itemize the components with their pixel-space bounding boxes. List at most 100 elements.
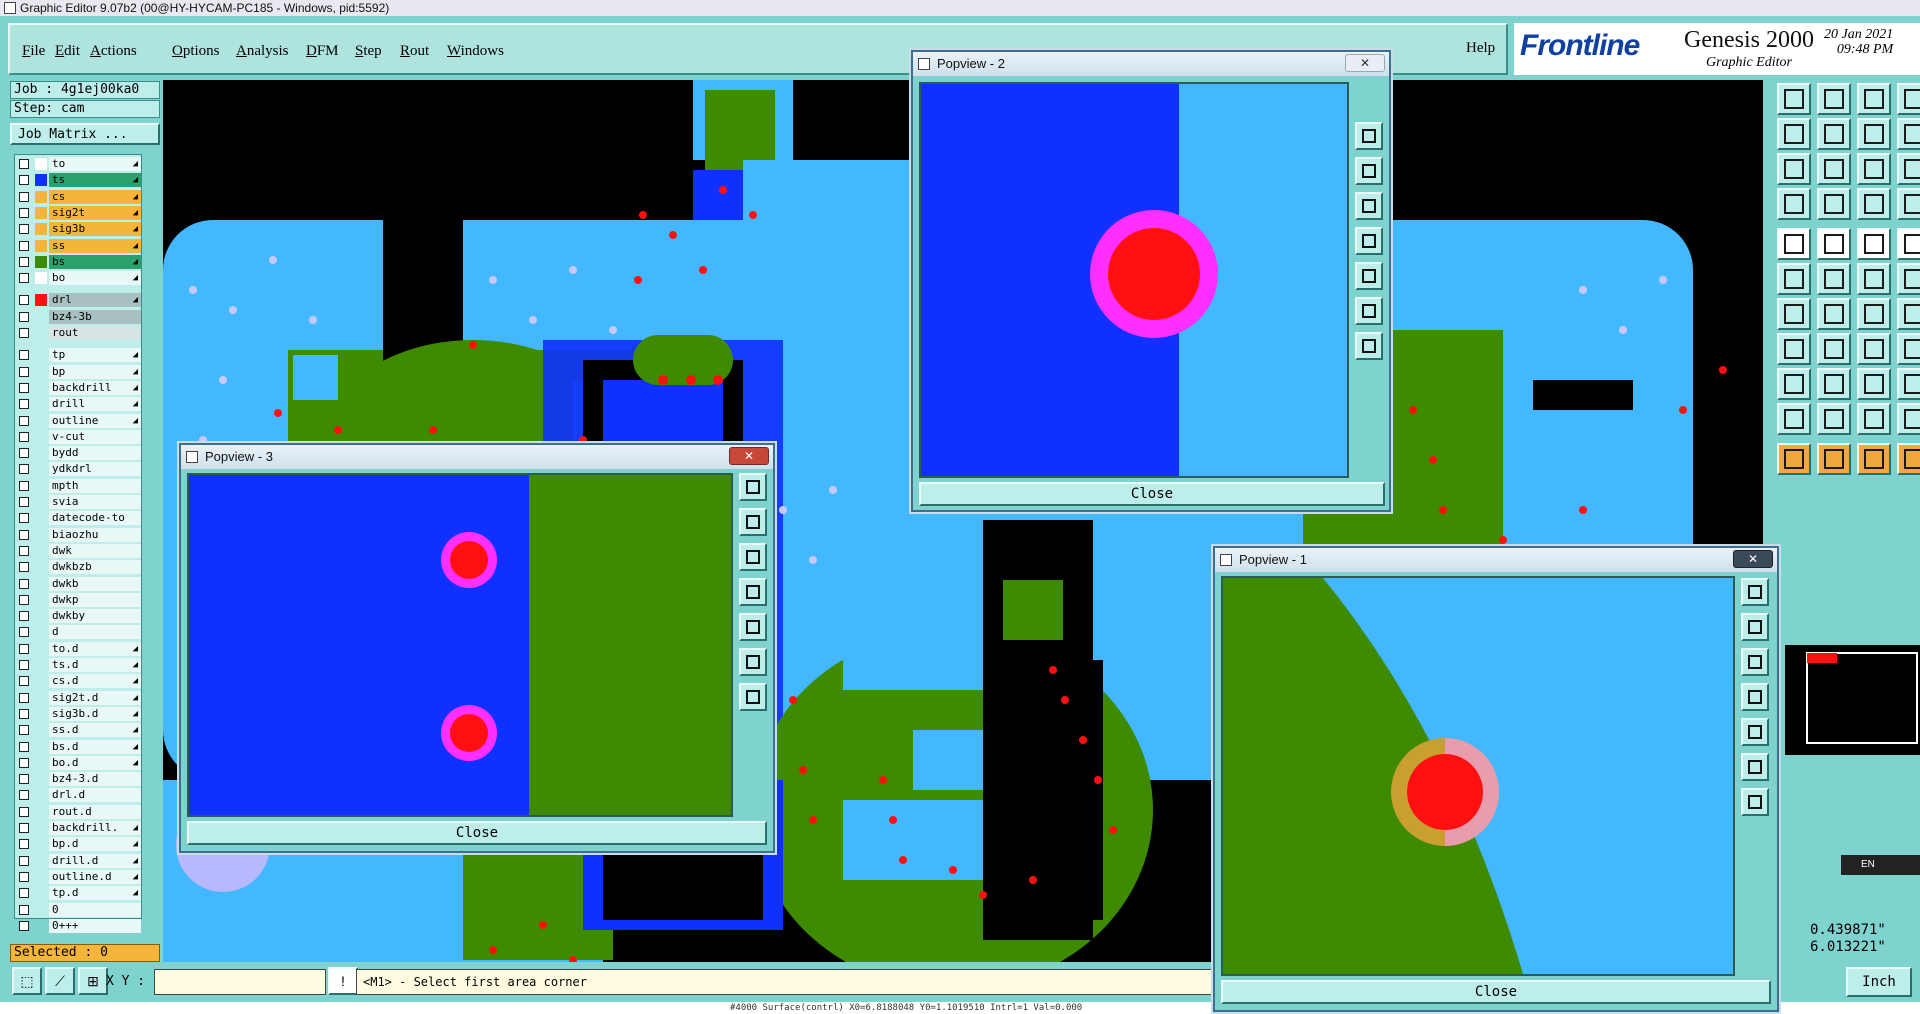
toolbar-button[interactable]	[1897, 443, 1920, 475]
layer-checkbox[interactable]	[19, 382, 29, 393]
toolbar-button[interactable]	[1777, 83, 1811, 115]
toolbar-button[interactable]	[1857, 403, 1891, 435]
layer-checkbox[interactable]	[19, 562, 29, 573]
popview-2-close-button[interactable]: Close	[919, 482, 1385, 506]
layer-name[interactable]: outline.d ◢	[49, 869, 141, 884]
layer-name[interactable]: to ◢	[49, 157, 141, 171]
layer-checkbox[interactable]	[19, 627, 29, 638]
layer-name[interactable]: ss.d ◢	[49, 723, 141, 738]
menu-windows[interactable]: Windows	[447, 43, 504, 60]
toolbar-button[interactable]	[1817, 83, 1851, 115]
layer-name[interactable]: bydd	[49, 446, 141, 461]
layer-checkbox[interactable]	[19, 725, 29, 736]
layer-name[interactable]: tp ◢	[49, 348, 141, 363]
layer-name[interactable]: bz4-3b	[49, 309, 141, 324]
layer-row[interactable]: d	[17, 625, 141, 640]
layer-checkbox[interactable]	[19, 676, 29, 687]
popview-2-titlebar[interactable]: Popview - 2	[913, 52, 1389, 76]
layer-checkbox[interactable]	[19, 806, 29, 817]
toolbar-button[interactable]	[1777, 263, 1811, 295]
popview-1-titlebar[interactable]: Popview - 1	[1215, 548, 1777, 572]
layer-row[interactable]: dwkby	[17, 609, 141, 624]
layer-checkbox[interactable]	[19, 256, 29, 267]
layer-checkbox[interactable]	[19, 350, 29, 361]
layer-name[interactable]: dwk	[49, 543, 141, 558]
layer-name[interactable]: mpth	[49, 478, 141, 493]
layer-checkbox[interactable]	[19, 480, 29, 491]
layer-name[interactable]: drl ◢	[49, 293, 141, 308]
layer-checkbox[interactable]	[19, 311, 29, 322]
layer-name[interactable]: bo.d ◢	[49, 755, 141, 770]
popview-3-close-button[interactable]: Close	[187, 821, 767, 845]
layer-row[interactable]: rout.d	[17, 804, 141, 819]
layer-checkbox[interactable]	[19, 175, 29, 186]
layer-checkbox[interactable]	[19, 513, 29, 524]
layer-row[interactable]: drill ◢	[17, 397, 141, 412]
layer-name[interactable]: drill.d ◢	[49, 853, 141, 868]
layer-checkbox[interactable]	[19, 594, 29, 605]
layer-name[interactable]: ss ◢	[49, 238, 141, 253]
layer-name[interactable]: sig2t ◢	[49, 205, 141, 220]
popview-3-viewport[interactable]	[187, 473, 733, 817]
toolbar-button[interactable]	[1817, 188, 1851, 220]
layer-checkbox[interactable]	[19, 431, 29, 442]
layer-checkbox[interactable]	[19, 888, 29, 899]
layer-name[interactable]: cs ◢	[49, 189, 141, 204]
layer-name[interactable]: bz4-3.d	[49, 772, 141, 787]
layer-row[interactable]: drl.d	[17, 788, 141, 803]
layer-row[interactable]: backdrill. ◢	[17, 821, 141, 835]
overview-map[interactable]	[1785, 645, 1920, 755]
layer-checkbox[interactable]	[19, 774, 29, 785]
layer-name[interactable]: backdrill ◢	[49, 380, 141, 395]
layer-name[interactable]: svia	[49, 495, 141, 509]
layer-name[interactable]: 0	[49, 902, 141, 917]
layer-checkbox[interactable]	[19, 790, 29, 801]
layer-row[interactable]: bo.d ◢	[17, 755, 141, 770]
toolbar-button[interactable]	[1857, 368, 1891, 400]
popview-tool-button[interactable]	[1741, 613, 1769, 641]
layer-checkbox[interactable]	[19, 578, 29, 589]
layer-checkbox[interactable]	[19, 741, 29, 752]
layer-checkbox[interactable]	[19, 611, 29, 622]
layer-checkbox[interactable]	[19, 708, 29, 719]
layer-name[interactable]: rout.d	[49, 804, 141, 819]
toolbar-button[interactable]	[1817, 368, 1851, 400]
toolbar-button[interactable]	[1817, 228, 1851, 260]
toolbar-button[interactable]	[1897, 368, 1920, 400]
toolbar-button[interactable]	[1777, 298, 1811, 330]
layer-row[interactable]: cs.d ◢	[17, 674, 141, 689]
toolbar-button[interactable]	[1777, 443, 1811, 475]
layer-checkbox[interactable]	[19, 855, 29, 866]
layer-checkbox[interactable]	[19, 529, 29, 540]
popview-tool-button[interactable]	[1355, 297, 1383, 325]
popview-tool-button[interactable]	[1741, 683, 1769, 711]
layer-name[interactable]: sig2t.d ◢	[49, 690, 141, 705]
layer-row[interactable]: tp ◢	[17, 348, 141, 363]
layer-checkbox[interactable]	[19, 328, 29, 338]
popview-3-titlebar[interactable]: Popview - 3	[181, 445, 773, 469]
layer-row[interactable]: biaozhu	[17, 527, 141, 542]
layer-checkbox[interactable]	[19, 448, 29, 459]
layer-name[interactable]: ydkdrl	[49, 462, 141, 477]
toolbar-button[interactable]	[1857, 153, 1891, 185]
layer-name[interactable]: bo ◢	[49, 271, 141, 286]
toolbar-button[interactable]	[1857, 188, 1891, 220]
layer-checkbox[interactable]	[19, 920, 29, 931]
popview-2-close-icon[interactable]: ✕	[1345, 54, 1385, 72]
toolbar-button[interactable]	[1897, 263, 1920, 295]
layer-checkbox[interactable]	[19, 224, 29, 235]
toolbar-button[interactable]	[1817, 298, 1851, 330]
menu-actions[interactable]: Actions	[90, 43, 137, 60]
layer-checkbox[interactable]	[19, 871, 29, 882]
toolbar-button[interactable]	[1857, 228, 1891, 260]
menu-file[interactable]: File	[22, 43, 45, 60]
menu-rout[interactable]: Rout	[400, 43, 429, 60]
layer-checkbox[interactable]	[19, 823, 29, 833]
menu-options[interactable]: Options	[172, 43, 220, 60]
grid-button[interactable]: ⊞	[78, 967, 108, 995]
layer-checkbox[interactable]	[19, 366, 29, 377]
toolbar-button[interactable]	[1897, 118, 1920, 150]
popview-tool-button[interactable]	[1355, 227, 1383, 255]
menu-analysis[interactable]: Analysis	[236, 43, 289, 60]
toolbar-button[interactable]	[1897, 83, 1920, 115]
